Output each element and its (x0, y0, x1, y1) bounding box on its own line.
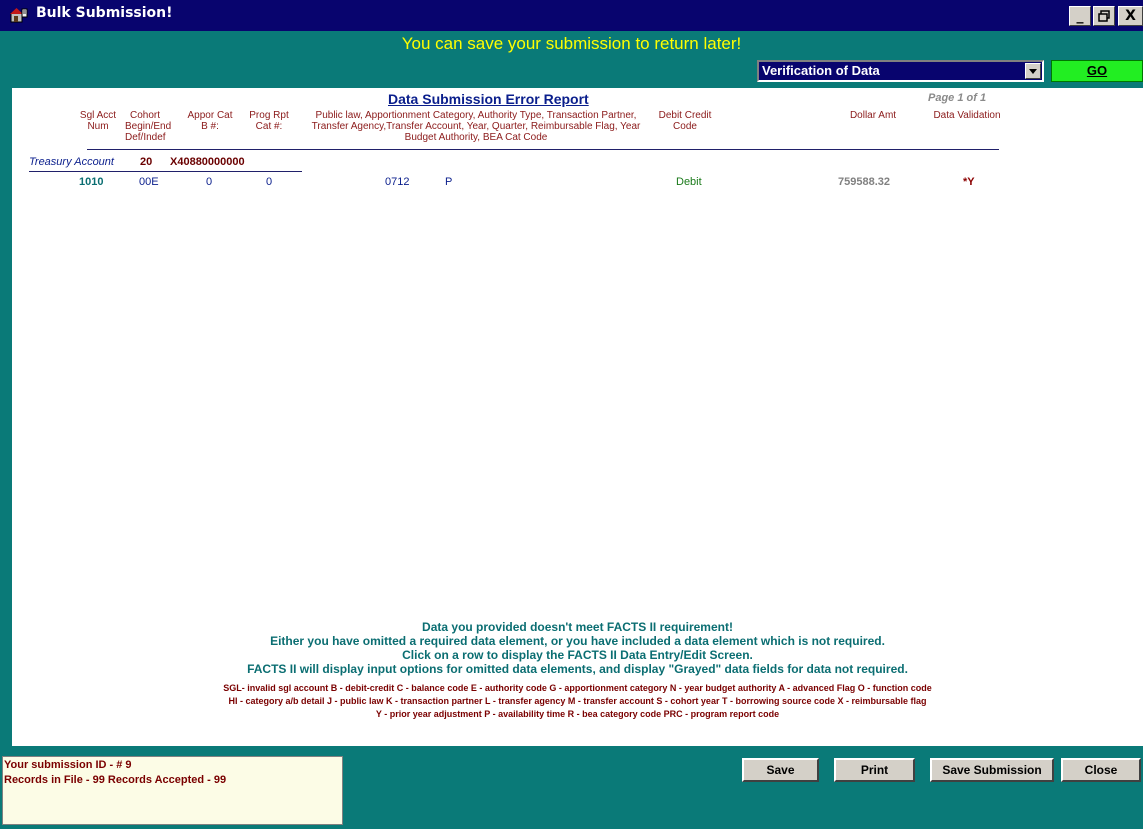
records-summary: Records in File - 99 Records Accepted - … (4, 774, 227, 786)
window-title: Bulk Submission! (36, 5, 173, 21)
cell-cohort: 00E (139, 176, 159, 188)
col-header-appor-cat: Appor Cat B #: (187, 110, 233, 132)
col-header-dollar-amt: Dollar Amt (849, 110, 897, 121)
cell-dollar-amt: 759588.32 (838, 176, 890, 188)
error-message-line-3: Click on a row to display the FACTS II D… (402, 648, 753, 662)
error-report-panel: Data Submission Error Report Page 1 of 1… (12, 88, 1143, 746)
save-button[interactable]: Save (742, 758, 819, 782)
action-select-value: Verification of Data (762, 63, 880, 78)
action-select[interactable]: Verification of Data (757, 60, 1044, 82)
treasury-account-label: Treasury Account (29, 156, 114, 168)
report-title: Data Submission Error Report (388, 91, 589, 107)
col-header-debit-credit: Debit Credit Code (658, 110, 712, 132)
col-header-sgl-acct-num: Sgl Acct Num (79, 110, 117, 132)
cell-data-validation: *Y (963, 176, 975, 188)
col-header-data-validation: Data Validation (933, 110, 1001, 121)
legend-line-1: SGL- invalid sgl account B - debit-credi… (223, 683, 932, 693)
dropdown-arrow-icon[interactable] (1025, 63, 1041, 79)
treasury-account-code: X40880000000 (170, 156, 245, 168)
minimize-icon[interactable]: _ (1069, 6, 1091, 26)
error-message-line-1: Data you provided doesn't meet FACTS II … (422, 620, 733, 634)
col-header-cohort: Cohort Begin/End Def/Indef (125, 110, 172, 143)
table-row[interactable]: 1010 00E 0 0 0712 P Debit 759588.32 *Y (12, 176, 1143, 192)
print-button[interactable]: Print (834, 758, 915, 782)
cell-sgl-acct: 1010 (79, 176, 104, 188)
submission-id: Your submission ID - # 9 (4, 759, 132, 771)
cell-public-law: 0712 (385, 176, 410, 188)
close-icon[interactable]: X (1118, 6, 1143, 26)
restore-icon[interactable] (1093, 6, 1115, 26)
col-header-attributes: Public law, Apportionment Category, Auth… (311, 110, 641, 143)
treasury-account-divider (29, 171, 302, 172)
legend-line-3: Y - prior year adjustment P - availabili… (375, 709, 780, 719)
save-submission-button[interactable]: Save Submission (930, 758, 1054, 782)
close-button[interactable]: Close (1061, 758, 1141, 782)
cell-prog-rpt: 0 (266, 176, 273, 188)
save-hint-banner: You can save your submission to return l… (401, 34, 742, 53)
header-divider (87, 149, 999, 150)
treasury-account-number: 20 (140, 156, 153, 168)
error-message-line-2: Either you have omitted a required data … (270, 634, 885, 648)
cell-appor-cat: 0 (206, 176, 213, 188)
bulk-submission-app-icon (10, 7, 28, 23)
page-indicator: Page 1 of 1 (928, 92, 987, 104)
error-message-line-4: FACTS II will display input options for … (247, 662, 908, 676)
legend-line-2: HI - category a/b detail J - public law … (228, 696, 927, 706)
submission-info-box: Your submission ID - # 9 Records in File… (2, 756, 343, 825)
cell-debit-credit: Debit (676, 176, 702, 188)
title-bar: Bulk Submission! _ X (0, 0, 1143, 31)
cell-availability: P (445, 176, 453, 188)
go-button[interactable]: GO (1051, 60, 1143, 82)
col-header-prog-rpt: Prog Rpt Cat #: (249, 110, 289, 132)
